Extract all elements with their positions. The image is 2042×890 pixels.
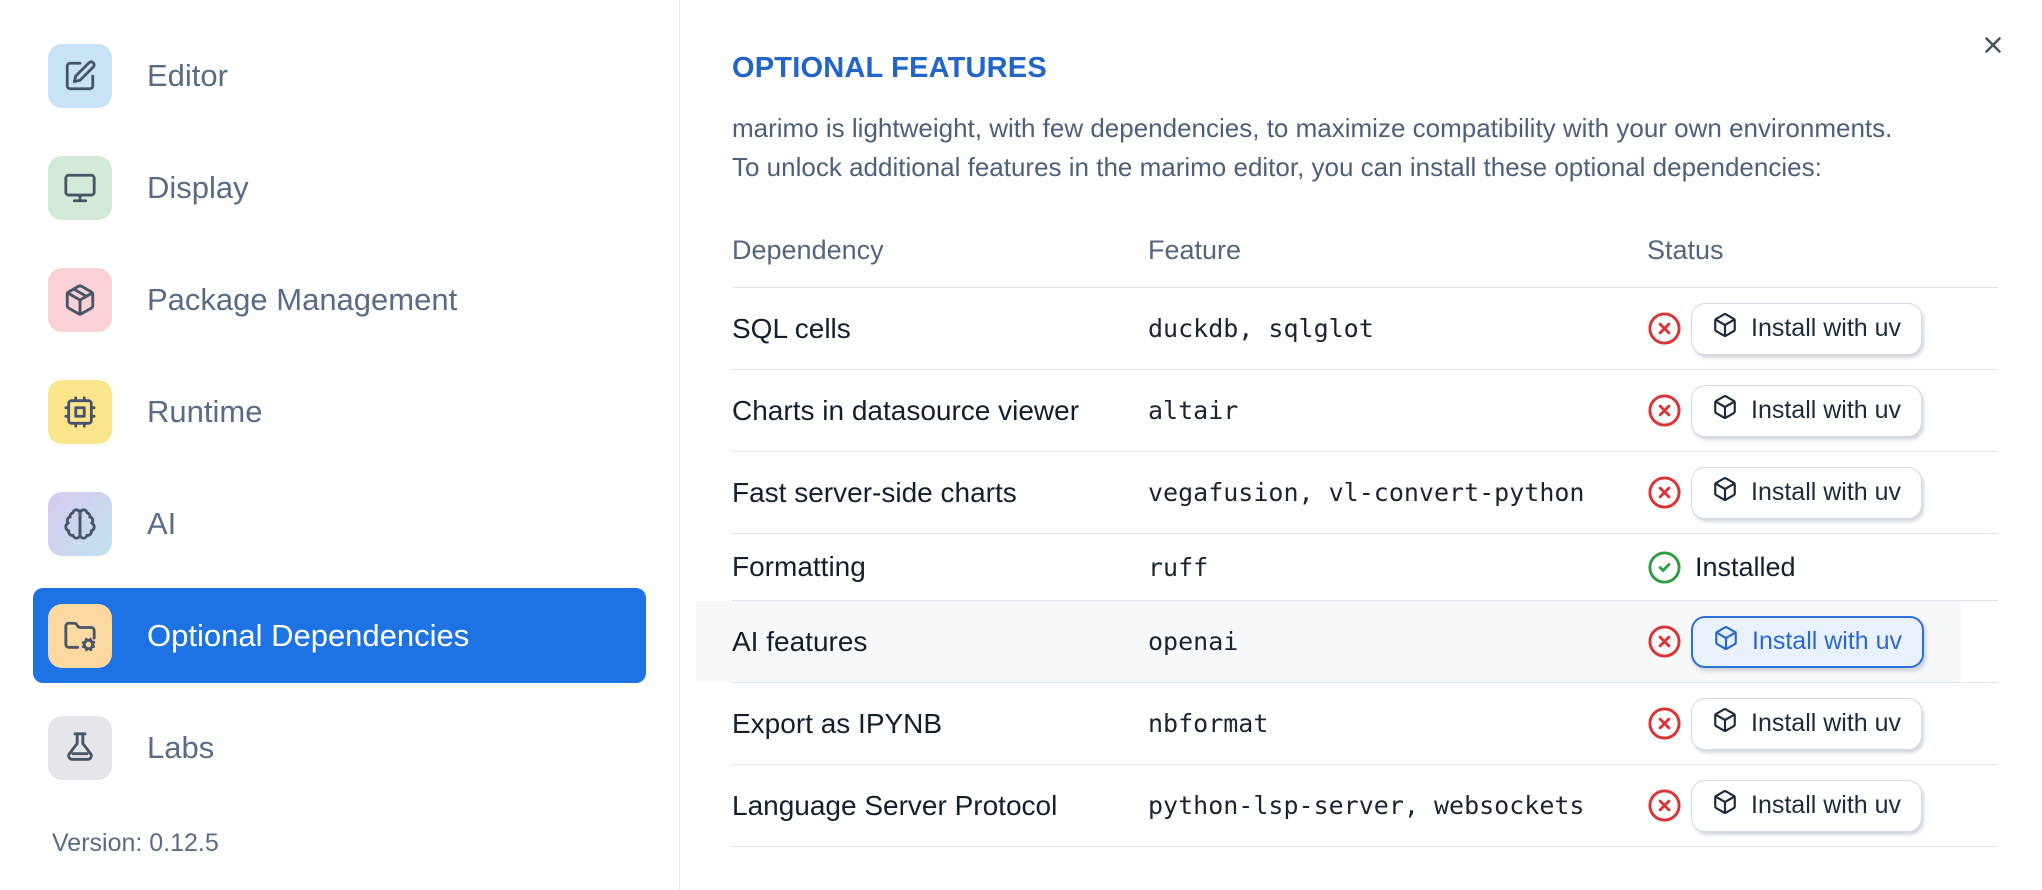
sidebar-item-label: Runtime — [147, 393, 263, 429]
install-button-label: Install with uv — [1751, 314, 1902, 342]
box-icon — [1712, 394, 1738, 427]
status-cell: Installed — [1647, 550, 1998, 585]
flask-icon — [48, 715, 112, 780]
circle-x-icon — [1647, 788, 1682, 823]
sidebar-item-editor[interactable]: Editor — [33, 28, 646, 123]
dependency-cell: Export as IPYNB — [732, 707, 943, 739]
install-button-label: Install with uv — [1751, 396, 1902, 424]
sidebar: Editor Display Package Management Runtim… — [0, 0, 680, 890]
feature-cell: ruff — [1148, 552, 1209, 582]
table-row: Export as IPYNB nbformat Install with uv — [732, 683, 1998, 765]
feature-cell: openai — [1148, 627, 1239, 656]
box-icon — [1712, 707, 1738, 740]
install-with-uv-button[interactable]: Install with uv — [1691, 697, 1923, 750]
install-with-uv-button[interactable]: Install with uv — [1691, 779, 1923, 832]
description: marimo is lightweight, with few dependen… — [732, 109, 2042, 187]
sidebar-item-label: Optional Dependencies — [147, 617, 470, 653]
dependency-cell: SQL cells — [732, 312, 851, 344]
folder-cog-icon — [48, 603, 112, 668]
sidebar-item-runtime[interactable]: Runtime — [33, 364, 646, 459]
circle-check-icon — [1647, 550, 1682, 585]
install-button-label: Install with uv — [1752, 627, 1903, 655]
box-icon — [1713, 625, 1739, 658]
package-icon — [48, 267, 112, 332]
status-cell: Install with uv — [1647, 466, 1998, 519]
status-cell: Install with uv — [1647, 302, 1998, 355]
cpu-icon — [48, 379, 112, 444]
feature-cell: vegafusion, vl-convert-python — [1148, 478, 1585, 507]
installed-status-label: Installed — [1695, 551, 1796, 582]
sidebar-item-optional-dependencies[interactable]: Optional Dependencies — [33, 588, 646, 683]
circle-x-icon — [1647, 475, 1682, 510]
feature-cell: nbformat — [1148, 709, 1269, 738]
sidebar-item-label: Package Management — [147, 281, 458, 317]
dependencies-table: Dependency Feature Status SQL cells duck… — [696, 214, 1998, 847]
sidebar-item-label: Display — [147, 169, 249, 205]
status-cell: Install with uv — [1647, 697, 1998, 750]
dependency-cell: AI features — [732, 625, 868, 657]
table-row: SQL cells duckdb, sqlglot Install with u… — [732, 288, 1998, 370]
table-header-row: Dependency Feature Status — [732, 214, 1998, 288]
version-label: Version: 0.12.5 — [52, 829, 219, 857]
circle-x-icon — [1647, 706, 1682, 741]
box-icon — [1712, 476, 1738, 509]
install-with-uv-button[interactable]: Install with uv — [1691, 302, 1923, 355]
column-header-status: Status — [1647, 235, 1724, 265]
table-row: Charts in datasource viewer altair Insta… — [732, 370, 1998, 452]
sidebar-item-display[interactable]: Display — [33, 140, 646, 235]
sidebar-item-package-management[interactable]: Package Management — [33, 252, 646, 347]
brain-icon — [48, 491, 112, 556]
circle-x-icon — [1647, 393, 1682, 428]
dependency-cell: Formatting — [732, 551, 866, 582]
sidebar-item-ai[interactable]: AI — [33, 476, 646, 571]
feature-cell: altair — [1148, 396, 1239, 425]
page-title: OPTIONAL FEATURES — [732, 52, 1047, 84]
sidebar-item-labs[interactable]: Labs — [33, 700, 646, 795]
status-cell: Install with uv — [1647, 384, 1998, 437]
column-header-feature: Feature — [1148, 235, 1242, 265]
close-icon[interactable] — [1976, 28, 2010, 62]
install-button-label: Install with uv — [1751, 791, 1902, 819]
table-row: AI features openai Install with uv — [696, 601, 1998, 683]
install-with-uv-button[interactable]: Install with uv — [1691, 615, 1925, 668]
circle-x-icon — [1647, 311, 1682, 346]
optional-features-panel: OPTIONAL FEATURES marimo is lightweight,… — [681, 0, 2042, 890]
table-row: Language Server Protocol python-lsp-serv… — [732, 765, 1998, 847]
sidebar-item-label: AI — [147, 505, 177, 541]
install-button-label: Install with uv — [1751, 709, 1902, 737]
install-with-uv-button[interactable]: Install with uv — [1691, 466, 1923, 519]
status-cell: Install with uv — [1647, 779, 1998, 832]
box-icon — [1712, 789, 1738, 822]
sidebar-item-label: Editor — [147, 57, 228, 93]
circle-x-icon — [1647, 624, 1682, 659]
edit-icon — [48, 43, 112, 108]
feature-cell: duckdb, sqlglot — [1148, 314, 1374, 343]
settings-dialog: Editor Display Package Management Runtim… — [0, 0, 2042, 890]
feature-cell: python-lsp-server, websockets — [1148, 791, 1585, 820]
dependency-cell: Fast server-side charts — [732, 476, 1017, 508]
table-row: Fast server-side charts vegafusion, vl-c… — [732, 452, 1998, 534]
column-header-dependency: Dependency — [732, 235, 884, 265]
description-line: To unlock additional features in the mar… — [732, 152, 1822, 182]
monitor-icon — [48, 155, 112, 220]
sidebar-item-label: Labs — [147, 729, 215, 765]
install-button-label: Install with uv — [1751, 478, 1902, 506]
dependency-cell: Language Server Protocol — [732, 789, 1058, 821]
box-icon — [1712, 312, 1738, 345]
install-with-uv-button[interactable]: Install with uv — [1691, 384, 1923, 437]
sidebar-nav: Editor Display Package Management Runtim… — [0, 0, 679, 795]
description-line: marimo is lightweight, with few dependen… — [732, 113, 1893, 143]
dependency-cell: Charts in datasource viewer — [732, 394, 1080, 426]
status-cell: Install with uv — [1647, 615, 1998, 668]
table-row: Formatting ruff Installed — [732, 534, 1998, 601]
